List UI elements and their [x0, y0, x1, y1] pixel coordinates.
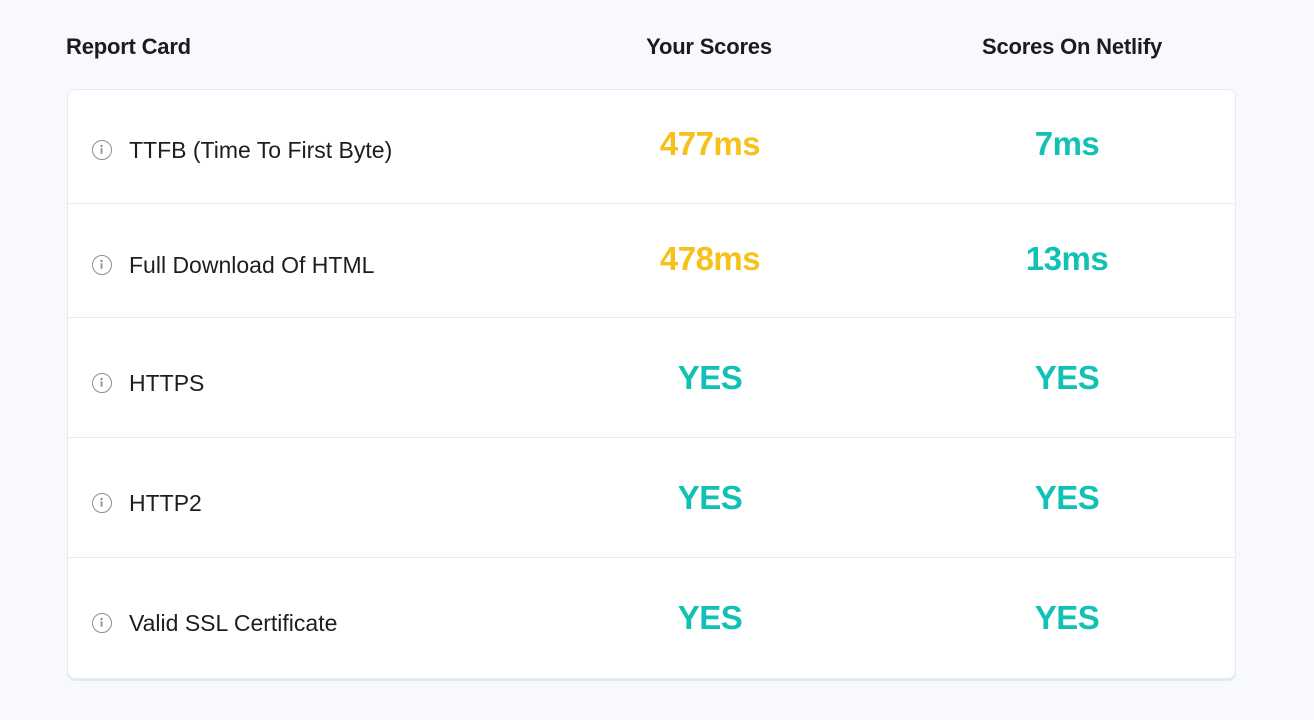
row-label: HTTPS	[129, 370, 205, 396]
report-card-heading: Report Card	[66, 34, 191, 59]
row-label: TTFB (Time To First Byte)	[129, 137, 393, 163]
your-score-value: 478ms	[659, 240, 761, 277]
info-icon[interactable]	[92, 373, 112, 393]
your-scores-heading: Your Scores	[646, 34, 772, 59]
table-row: Full Download Of HTML 478ms 13ms	[68, 204, 1235, 318]
table-row: TTFB (Time To First Byte) 477ms 7ms	[68, 90, 1235, 204]
info-icon[interactable]	[92, 493, 112, 513]
report-table: TTFB (Time To First Byte) 477ms 7ms Full…	[67, 89, 1236, 679]
your-score-value: YES	[677, 599, 743, 636]
info-icon[interactable]	[92, 613, 112, 633]
your-score-value: 477ms	[659, 125, 761, 162]
row-label: HTTP2	[129, 490, 202, 516]
row-label: Full Download Of HTML	[129, 252, 375, 278]
netlify-score-value: 7ms	[1034, 125, 1100, 162]
report-header: Report Card Your Scores Scores On Netlif…	[0, 0, 1314, 90]
info-icon[interactable]	[92, 255, 112, 275]
table-row: HTTP2 YES YES	[68, 438, 1235, 558]
row-label: Valid SSL Certificate	[129, 610, 338, 636]
table-row: Valid SSL Certificate YES YES	[68, 558, 1235, 678]
netlify-score-value: YES	[1034, 479, 1100, 516]
table-row: HTTPS YES YES	[68, 318, 1235, 438]
netlify-score-value: YES	[1034, 359, 1100, 396]
netlify-score-value: 13ms	[1025, 240, 1109, 277]
netlify-scores-heading: Scores On Netlify	[982, 34, 1162, 59]
netlify-score-value: YES	[1034, 599, 1100, 636]
your-score-value: YES	[677, 359, 743, 396]
your-score-value: YES	[677, 479, 743, 516]
info-icon[interactable]	[92, 140, 112, 160]
